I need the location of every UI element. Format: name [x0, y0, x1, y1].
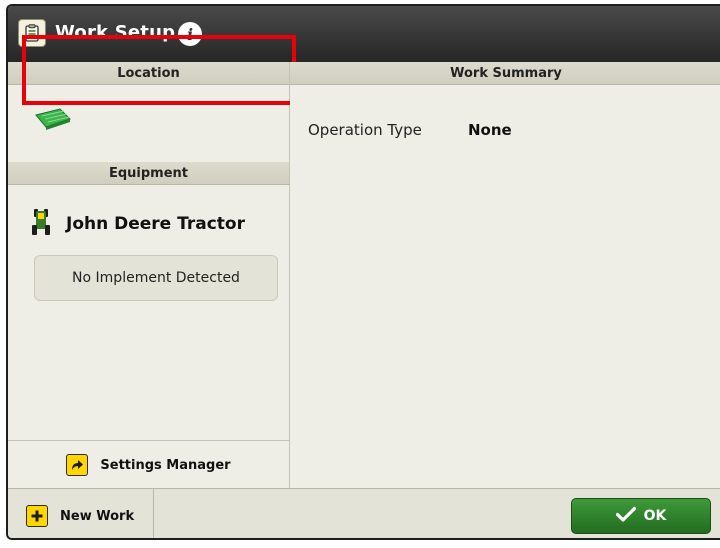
- work-setup-window: Work Setup i Location --- Equipment John…: [6, 4, 720, 540]
- operation-type-label: Operation Type: [308, 121, 422, 139]
- plus-icon: [26, 505, 48, 527]
- tractor-row[interactable]: John Deere Tractor: [32, 208, 245, 240]
- work-summary-header: Work Summary: [290, 62, 720, 85]
- tractor-name: John Deere Tractor: [66, 214, 245, 234]
- settings-manager-button[interactable]: Settings Manager: [8, 440, 289, 489]
- left-panel: Location --- Equipment John Deere Tracto…: [8, 62, 290, 488]
- new-work-label: New Work: [60, 508, 135, 524]
- location-highlight-box[interactable]: [22, 35, 296, 105]
- checkmark-icon: [615, 506, 636, 526]
- ok-button[interactable]: OK: [571, 498, 711, 534]
- work-summary-panel: Work Summary Operation Type None: [290, 62, 720, 488]
- ok-label: OK: [643, 508, 667, 524]
- operation-type-value: None: [468, 121, 512, 139]
- equipment-header: Equipment: [8, 162, 289, 185]
- tractor-icon: [32, 208, 50, 240]
- settings-manager-label: Settings Manager: [100, 457, 231, 473]
- arrow-forward-icon: [66, 454, 89, 476]
- field-icon: [34, 107, 72, 135]
- implement-status-button[interactable]: No Implement Detected: [34, 255, 278, 301]
- footer-bar: New Work OK: [8, 488, 720, 538]
- new-work-button[interactable]: New Work: [8, 489, 154, 538]
